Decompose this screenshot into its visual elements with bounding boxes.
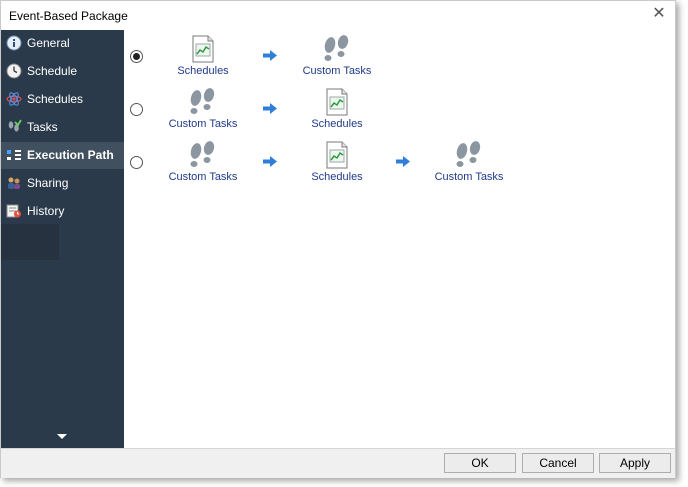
arrow-right-icon bbox=[396, 156, 410, 167]
path-option-2-radio[interactable] bbox=[130, 103, 143, 116]
footprints-icon bbox=[190, 88, 215, 114]
close-icon[interactable]: ✕ bbox=[649, 4, 669, 24]
sidebar-item-general[interactable]: General bbox=[1, 30, 124, 57]
path-3-step-3-label: Custom Tasks bbox=[434, 171, 504, 183]
arrow-right-icon bbox=[263, 156, 277, 167]
sidebar-item-label: General bbox=[27, 36, 70, 50]
sidebar: General Schedule Schedules Tasks Executi… bbox=[1, 30, 124, 448]
dialog-footer: OK Cancel Apply bbox=[1, 448, 675, 478]
apply-button[interactable]: Apply bbox=[599, 453, 671, 473]
sidebar-item-label: History bbox=[27, 204, 65, 218]
tasks-icon bbox=[8, 119, 22, 132]
ok-button[interactable]: OK bbox=[444, 453, 516, 473]
path-2-step-1-label: Custom Tasks bbox=[168, 118, 238, 130]
dialog-window: Event-Based Package ✕ General Schedule S… bbox=[0, 0, 676, 478]
schedule-chart-icon bbox=[326, 141, 348, 169]
execution-path-icon bbox=[7, 150, 21, 160]
sidebar-item-schedule[interactable]: Schedule bbox=[1, 58, 124, 85]
path-3-step-1: Custom Tasks bbox=[165, 141, 241, 183]
path-option-1-radio[interactable] bbox=[130, 50, 143, 63]
clock-icon bbox=[6, 63, 22, 79]
sidebar-item-tasks[interactable]: Tasks bbox=[1, 114, 124, 141]
footprints-icon bbox=[324, 35, 349, 61]
sidebar-item-label: Tasks bbox=[27, 120, 58, 134]
path-3-step-2: Schedules bbox=[302, 141, 372, 183]
path-2-step-2-label: Schedules bbox=[311, 118, 363, 130]
footprints-icon bbox=[456, 141, 481, 167]
arrow-right-icon bbox=[263, 50, 277, 61]
sidebar-item-label: Sharing bbox=[27, 176, 69, 190]
scroll-down-arrow-icon[interactable] bbox=[57, 434, 67, 439]
title-bar: Event-Based Package ✕ bbox=[1, 1, 675, 30]
sidebar-item-execution-path[interactable]: Execution Path bbox=[1, 142, 124, 169]
path-1-step-2-label: Custom Tasks bbox=[302, 65, 372, 77]
path-1-step-1: Schedules bbox=[168, 35, 238, 77]
schedule-chart-icon bbox=[326, 88, 348, 116]
sidebar-item-label: Schedule bbox=[27, 64, 78, 78]
sidebar-item-label: Schedules bbox=[27, 92, 84, 106]
sidebar-item-history[interactable]: History bbox=[1, 198, 124, 225]
history-icon bbox=[6, 204, 21, 218]
path-option-3-radio[interactable] bbox=[130, 156, 143, 169]
atom-icon bbox=[6, 92, 22, 106]
sidebar-item-schedules[interactable]: Schedules bbox=[1, 86, 124, 113]
cancel-button[interactable]: Cancel bbox=[522, 453, 594, 473]
sidebar-item-label: Execution Path bbox=[27, 148, 114, 162]
sidebar-item-sharing[interactable]: Sharing bbox=[1, 170, 124, 197]
footprints-icon bbox=[190, 141, 215, 167]
sidebar-empty-area bbox=[1, 224, 59, 260]
path-2-step-1: Custom Tasks bbox=[165, 88, 241, 130]
path-1-step-2: Custom Tasks bbox=[297, 35, 377, 77]
sharing-icon bbox=[8, 177, 20, 189]
path-3-step-3: Custom Tasks bbox=[431, 141, 507, 183]
path-3-step-2-label: Schedules bbox=[311, 171, 363, 183]
info-icon bbox=[6, 35, 22, 51]
path-2-step-2: Schedules bbox=[302, 88, 372, 130]
arrow-right-icon bbox=[263, 103, 277, 114]
path-3-step-1-label: Custom Tasks bbox=[168, 171, 238, 183]
path-1-step-1-label: Schedules bbox=[177, 65, 229, 77]
schedule-chart-icon bbox=[192, 35, 214, 63]
execution-path-panel: Schedules Custom Tasks Custom Tasks Sche… bbox=[124, 30, 675, 448]
window-title: Event-Based Package bbox=[9, 9, 128, 23]
